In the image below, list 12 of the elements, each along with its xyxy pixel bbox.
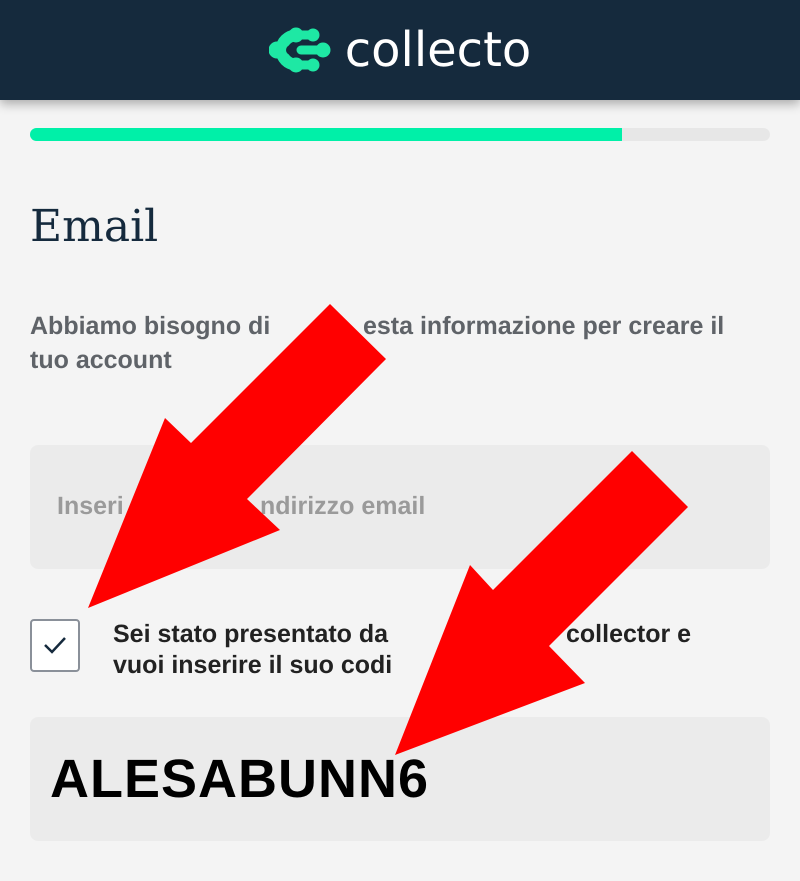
logo-icon bbox=[268, 27, 331, 73]
checkbox-label: collector e bbox=[566, 618, 692, 650]
description-text: esta informazione per creare il bbox=[363, 310, 724, 342]
code-field[interactable]: ALESABUNN6 bbox=[30, 716, 770, 841]
checkbox-label: Sei stato presentato da bbox=[113, 618, 388, 650]
logo-text: collecto bbox=[344, 26, 532, 74]
checkbox-label: vuoi inserire il suo codi bbox=[113, 650, 392, 681]
description-text: Abbiamo bisogno di bbox=[30, 310, 270, 342]
check-icon bbox=[43, 636, 67, 654]
checkbox[interactable] bbox=[30, 618, 80, 672]
page-title: Email bbox=[30, 201, 160, 254]
description-text: tuo account bbox=[30, 344, 172, 376]
